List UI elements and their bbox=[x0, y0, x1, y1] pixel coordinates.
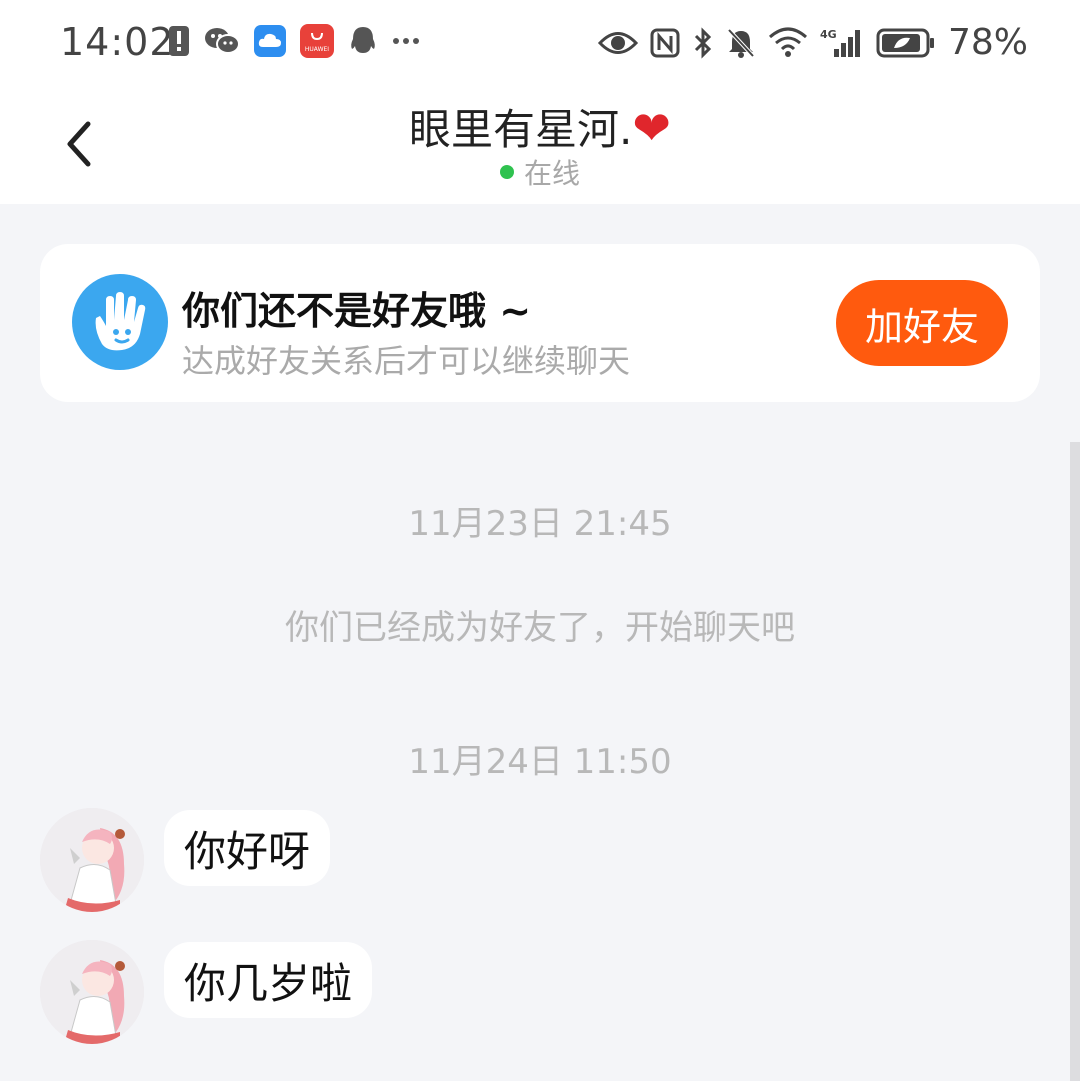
heart-emoji: ❤ bbox=[632, 101, 671, 155]
wechat-icon bbox=[204, 26, 240, 56]
add-friend-button[interactable]: 加好友 bbox=[836, 280, 1008, 366]
system-message: 你们已经成为好友了，开始聊天吧 bbox=[285, 608, 795, 648]
online-dot-icon bbox=[499, 165, 514, 179]
nfc-icon bbox=[650, 28, 680, 58]
hand-wave-icon bbox=[72, 274, 168, 370]
not-friend-subtitle: 达成好友关系后才可以继续聊天 bbox=[182, 342, 631, 380]
avatar[interactable] bbox=[40, 808, 144, 912]
not-friend-title: 你们还不是好友哦 ~ bbox=[182, 289, 532, 333]
contact-name[interactable]: 眼里有星河.❤ bbox=[0, 96, 1080, 157]
signal-4g-icon: 4G bbox=[820, 27, 864, 59]
message-bubble[interactable]: 你几岁啦 bbox=[164, 942, 373, 1018]
message-bubble[interactable]: 你好呀 bbox=[164, 810, 331, 886]
status-time: 14:02 bbox=[60, 20, 175, 64]
wifi-icon bbox=[768, 27, 808, 59]
cloud-icon bbox=[254, 25, 286, 57]
battery-icon bbox=[876, 28, 936, 58]
not-friend-card: 你们还不是好友哦 ~ 达成好友关系后才可以继续聊天 加好友 bbox=[40, 244, 1040, 402]
network-type-label: 4G bbox=[820, 28, 837, 41]
timestamp: 11月23日 21:45 bbox=[408, 504, 672, 544]
contact-name-text: 眼里有星河. bbox=[409, 105, 633, 154]
message-row: 你几岁啦 bbox=[40, 940, 460, 1044]
battery-percent: 78% bbox=[947, 22, 1028, 63]
system-indicators: 4G 78% bbox=[597, 22, 1028, 63]
notification-icons: HUAWEI bbox=[168, 24, 420, 58]
message-row: 你好呀 bbox=[40, 808, 460, 912]
eye-icon bbox=[597, 30, 638, 56]
mute-bell-icon bbox=[726, 27, 756, 59]
status-bar: 14:02 HUAWEI 4G 78% bbox=[0, 0, 1080, 86]
online-status: 在线 bbox=[0, 152, 1080, 192]
sim-alert-icon bbox=[168, 25, 190, 57]
bluetooth-icon bbox=[692, 26, 714, 59]
timestamp: 11月24日 11:50 bbox=[408, 742, 672, 782]
more-dots-icon bbox=[392, 37, 420, 45]
avatar[interactable] bbox=[40, 940, 144, 1044]
chat-header: 眼里有星河.❤ 在线 bbox=[0, 86, 1080, 204]
scrollbar[interactable] bbox=[1070, 442, 1080, 1081]
online-status-text: 在线 bbox=[523, 157, 580, 190]
store-label: HUAWEI bbox=[305, 46, 329, 53]
qq-icon bbox=[348, 25, 378, 57]
huawei-store-icon: HUAWEI bbox=[300, 24, 334, 58]
